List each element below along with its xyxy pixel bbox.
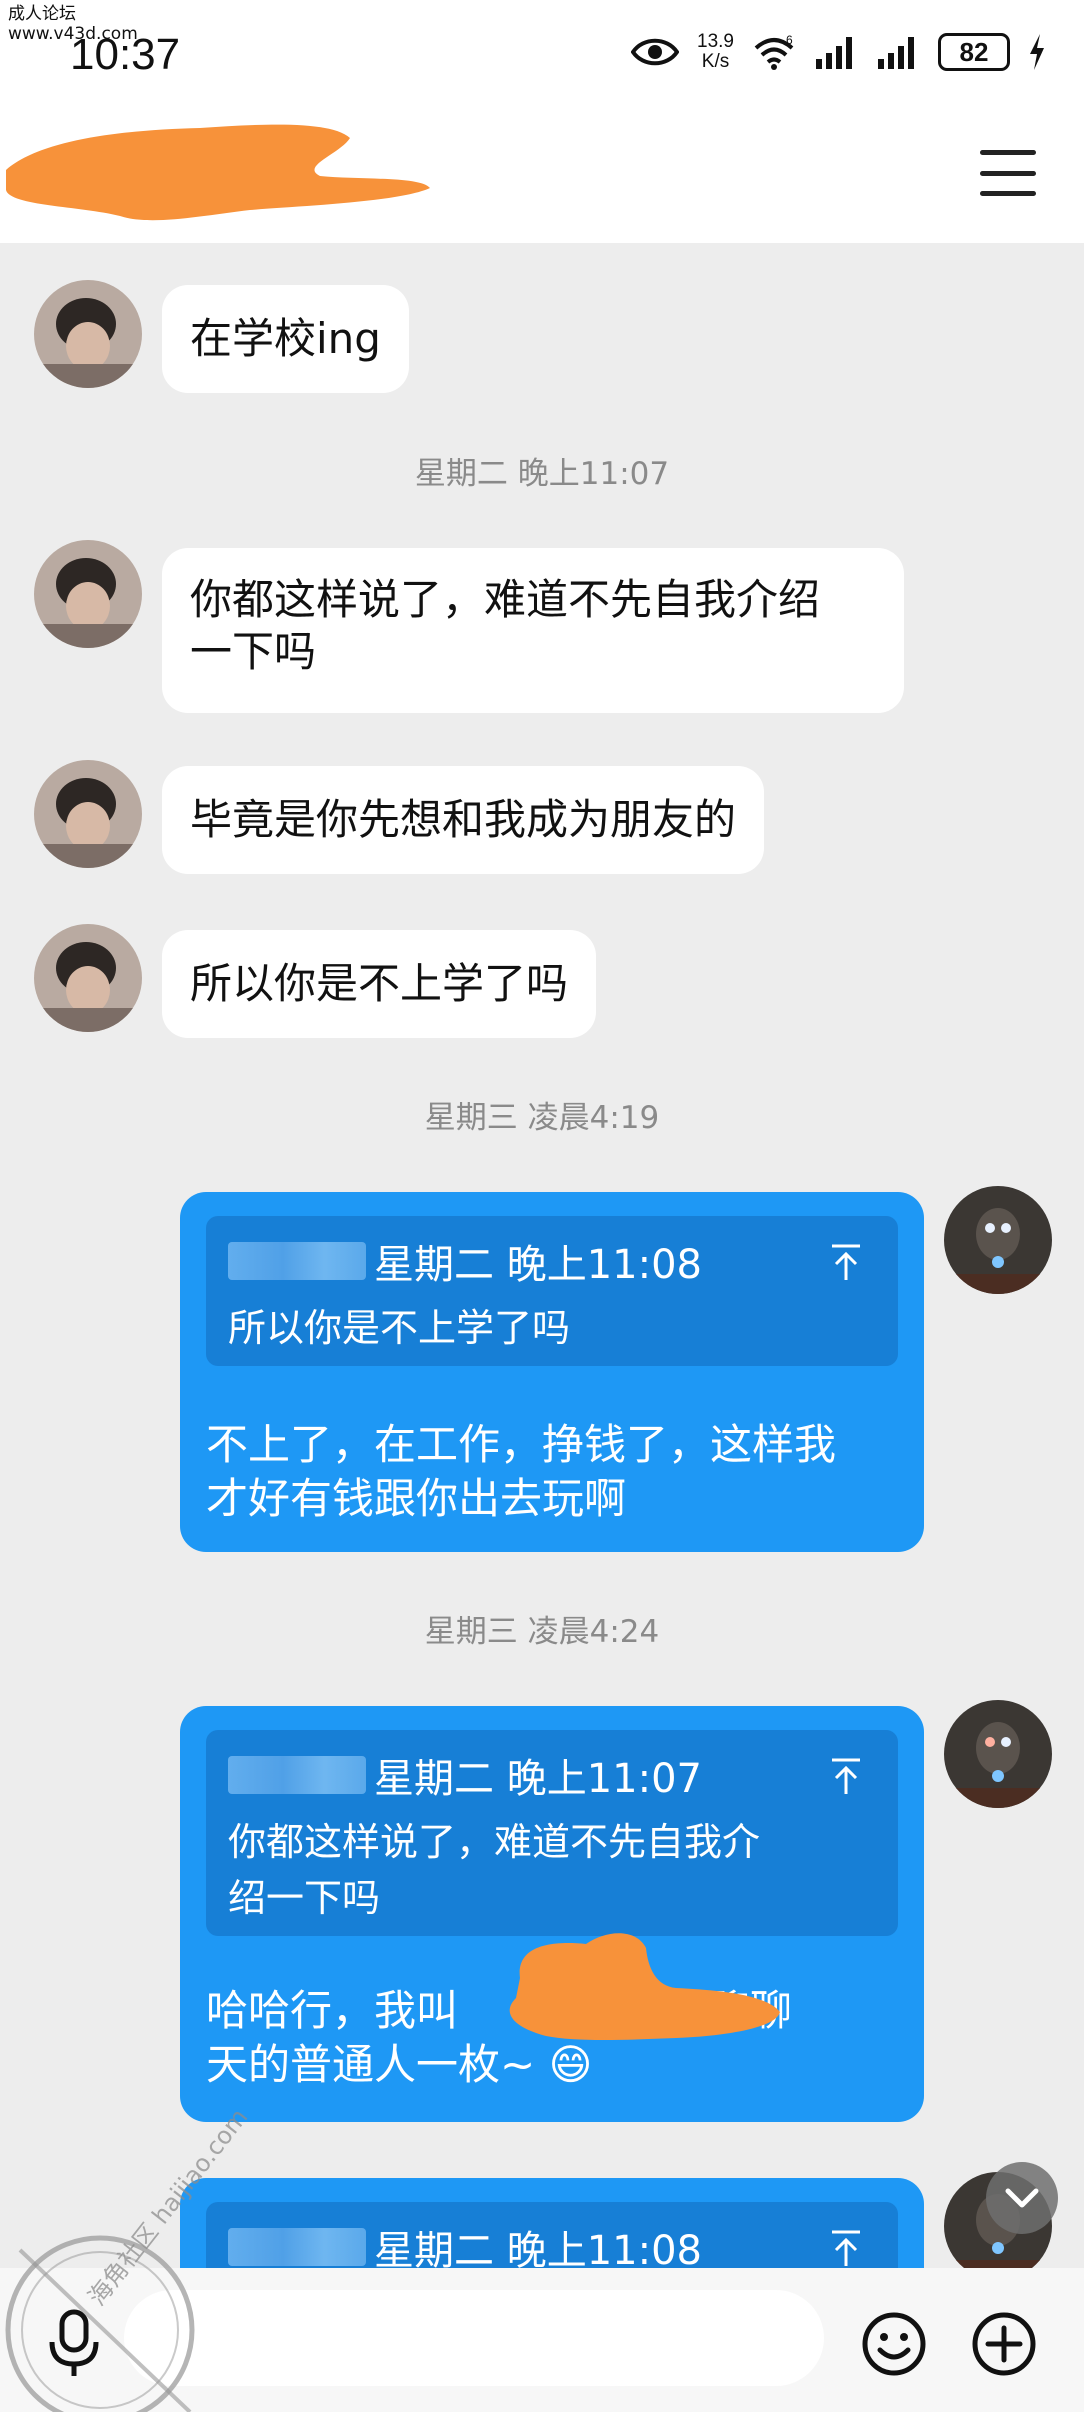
plus-icon[interactable] <box>970 2310 1038 2378</box>
chevron-down-icon <box>1005 2188 1039 2208</box>
avatar-self-image <box>944 1186 1052 1294</box>
top-bar: 成人论坛 www.v43d.com 10:37 13.9 K/s 6 82 <box>0 0 1084 243</box>
pin-top-icon <box>832 2230 860 2266</box>
avatar-contact-image <box>34 280 142 388</box>
quoted-message[interactable]: 星期二 晚上11:07 你都这样说了，难道不先自我介 绍一下吗 <box>206 1730 898 1936</box>
charging-icon <box>1030 34 1044 70</box>
message-text: 不上了，在工作，挣钱了，这样我 才好有钱跟你出去玩啊 <box>206 1418 898 1526</box>
quote-line: 你都这样说了，难道不先自我介 <box>228 1820 761 1864</box>
pin-top-icon <box>832 1244 860 1280</box>
blurred-sender-name <box>228 1242 366 1280</box>
quote-text: 你都这样说了，难道不先自我介 绍一下吗 <box>228 1814 872 1926</box>
quote-time: 星期二 晚上11:08 <box>374 1242 702 1288</box>
battery-level: 82 <box>938 33 1010 71</box>
message-bubble-incoming[interactable]: 毕竟是你先想和我成为朋友的 <box>162 766 765 874</box>
quote-header: 星期二 晚上11:08 <box>228 2220 878 2274</box>
status-time: 10:37 <box>70 30 181 79</box>
quote-line: 绍一下吗 <box>228 1876 381 1920</box>
wifi-label: 6 <box>786 34 793 47</box>
message-input[interactable] <box>124 2290 824 2386</box>
redaction-scribble <box>509 1933 780 2040</box>
quote-text: 所以你是不上学了吗 <box>228 1306 571 1350</box>
quote-header: 星期二 晚上11:07 <box>228 1748 878 1802</box>
message-text: 所以你是不上学了吗 <box>190 959 569 1008</box>
input-bar <box>0 2268 1084 2412</box>
menu-button[interactable] <box>980 150 1036 196</box>
quote-time: 星期二 晚上11:07 <box>374 1756 702 1802</box>
mic-icon[interactable] <box>44 2308 104 2378</box>
signal-icon <box>816 37 852 69</box>
timestamp-separator: 星期三 凌晨4:19 <box>424 1100 660 1136</box>
avatar-contact[interactable] <box>34 540 142 648</box>
pin-top-icon <box>832 1758 860 1794</box>
network-speed: 13.9 K/s <box>697 32 734 72</box>
message-bubble-incoming[interactable]: 你都这样说了，难道不先自我介绍 一下吗 <box>162 548 904 713</box>
message-bubble-incoming[interactable]: 所以你是不上学了吗 <box>162 930 597 1038</box>
message-bubble-outgoing[interactable]: 星期二 晚上11:07 你都这样说了，难道不先自我介 绍一下吗 哈哈行，我叫平时… <box>180 1706 924 2122</box>
avatar-contact[interactable] <box>34 924 142 1032</box>
avatar-contact-image <box>34 924 142 1032</box>
avatar-self-image <box>944 1700 1052 1808</box>
network-speed-value: 13.9 <box>697 31 734 52</box>
message-text: 在学校ing <box>190 314 381 363</box>
emoji-icon[interactable] <box>860 2310 928 2378</box>
blurred-sender-name <box>228 2228 366 2266</box>
avatar-contact[interactable] <box>34 280 142 388</box>
quote-header: 星期二 晚上11:08 <box>228 1234 878 1288</box>
avatar-self[interactable] <box>944 1700 1052 1808</box>
timestamp-separator: 星期二 晚上11:07 <box>414 456 670 492</box>
blurred-sender-name <box>228 1756 366 1794</box>
avatar-self[interactable] <box>944 1186 1052 1294</box>
message-fragment: 哈哈行，我叫 <box>206 1986 459 2035</box>
menu-icon <box>980 150 1036 155</box>
scroll-to-bottom-button[interactable] <box>986 2162 1058 2234</box>
redacted-chat-name <box>0 110 440 230</box>
network-speed-unit: K/s <box>701 51 730 72</box>
timestamp-separator: 星期三 凌晨4:24 <box>424 1614 660 1650</box>
quoted-message[interactable]: 星期二 晚上11:08 所以你是不上学了吗 <box>206 1216 898 1366</box>
avatar-contact-image <box>34 540 142 648</box>
wifi-icon: 6 <box>754 34 794 70</box>
signal-icon-2 <box>878 37 914 69</box>
redaction-scribble <box>6 124 430 221</box>
message-line: 一下吗 <box>190 627 317 676</box>
eye-icon <box>631 38 680 66</box>
message-line: 你都这样说了，难道不先自我介绍 <box>190 575 821 624</box>
avatar-contact-image <box>34 760 142 868</box>
message-bubble-outgoing[interactable]: 星期二 晚上11:08 所以你是不上学了吗 不上了，在工作，挣钱了，这样我 才好… <box>180 1192 924 1552</box>
message-text: 你都这样说了，难道不先自我介绍 一下吗 <box>190 574 820 678</box>
status-icons: 13.9 K/s 6 82 <box>631 32 1046 72</box>
avatar-contact[interactable] <box>34 760 142 868</box>
message-bubble-incoming[interactable]: 在学校ing <box>162 285 409 393</box>
watermark-site-name: 成人论坛 <box>8 4 76 24</box>
message-line: 才好有钱跟你出去玩啊 <box>206 1474 627 1523</box>
message-line: 不上了，在工作，挣钱了，这样我 <box>206 1420 837 1469</box>
message-text: 毕竟是你先想和我成为朋友的 <box>190 795 737 844</box>
